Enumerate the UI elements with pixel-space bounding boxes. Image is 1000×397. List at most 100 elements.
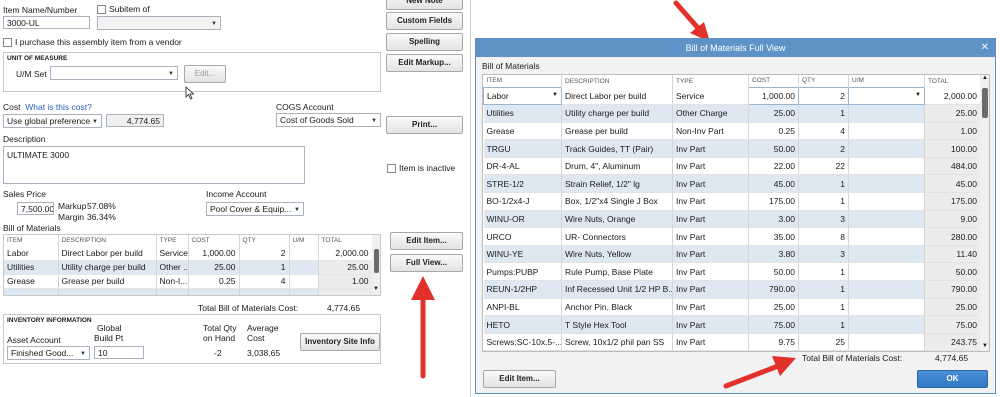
cell-desc[interactable]: Drum, 4", Aluminum xyxy=(561,157,673,176)
table-row[interactable]: ANPI-BL Anchor Pin, Black Inv Part 25.00 1 25… xyxy=(483,298,981,317)
cell-cost[interactable]: 1,000.00 xyxy=(188,246,240,261)
cell-cost[interactable]: 25.00 xyxy=(748,104,799,123)
close-icon[interactable]: ✕ xyxy=(981,39,989,57)
cell-um[interactable] xyxy=(848,262,925,282)
ok-button[interactable]: OK xyxy=(917,370,988,388)
column-header[interactable]: U/M xyxy=(848,75,925,87)
column-header[interactable]: ITEM xyxy=(483,75,562,87)
purchase-checkbox[interactable] xyxy=(3,38,12,47)
cell-item[interactable]: Utilities xyxy=(4,260,59,275)
table-row[interactable]: TRGU Track Guides, TT (Pair) Inv Part 50.00… xyxy=(483,139,981,158)
cell-item[interactable]: BO-1/2x4-J xyxy=(483,192,562,211)
scrollbar-thumb[interactable] xyxy=(374,249,379,273)
cell-um[interactable] xyxy=(848,157,925,176)
cell-cost[interactable]: 3.80 xyxy=(748,245,799,264)
custom-fields-button[interactable]: Custom Fields xyxy=(386,12,463,30)
cell-type[interactable]: Service xyxy=(156,246,189,261)
table-row[interactable]: Labor ▼ Direct Labor per build Service 1,000… xyxy=(483,86,981,106)
cell-desc[interactable]: Direct Labor per build xyxy=(561,87,673,106)
cell-item[interactable]: STRE-1/2 xyxy=(483,174,562,194)
cell-cost[interactable]: 9.75 xyxy=(748,333,799,351)
cell-qty[interactable]: 1 xyxy=(798,262,849,282)
column-header[interactable]: QTY xyxy=(239,235,290,246)
cell-qty[interactable]: 2 xyxy=(239,246,290,261)
cogs-dropdown[interactable]: Cost of Goods Sold ▼ xyxy=(276,113,381,127)
column-header[interactable]: QTY xyxy=(798,75,849,87)
column-header[interactable]: TYPE xyxy=(156,235,189,246)
cell-item[interactable]: Screws:SC-10x.5-... xyxy=(483,333,562,351)
column-header[interactable]: DESCRIPTION xyxy=(58,235,157,246)
cell-item[interactable]: Utilities xyxy=(483,104,562,123)
cell-empty[interactable] xyxy=(318,288,373,295)
uom-set-dropdown[interactable]: ▼ xyxy=(50,66,178,80)
cell-desc[interactable]: Wire Nuts, Yellow xyxy=(561,245,673,264)
cell-item[interactable]: Pumps:PUKH xyxy=(483,350,562,351)
cell-type[interactable]: Inv Part xyxy=(672,315,749,334)
cell-total[interactable]: 11.40 xyxy=(924,245,981,264)
table-row[interactable]: Grease Grease per build Non-I... 0.25 4 1.00 xyxy=(4,274,373,289)
cell-um[interactable] xyxy=(289,274,319,289)
cell-qty[interactable]: 1 xyxy=(798,174,849,194)
column-header[interactable]: TOTAL xyxy=(924,75,981,87)
table-row[interactable]: STRE-1/2 Strain Relief, 1/2" lg Inv Part 45… xyxy=(483,174,981,194)
cell-item[interactable]: Grease xyxy=(4,274,59,289)
cell-total[interactable]: 2,000.00 xyxy=(318,246,373,261)
spelling-button[interactable]: Spelling xyxy=(386,33,463,51)
cell-desc[interactable]: Wire Nuts, Orange xyxy=(561,210,673,229)
cell-desc[interactable]: Rule Pump, Base Plate xyxy=(561,262,673,282)
cell-um[interactable] xyxy=(848,174,925,194)
full-view-button[interactable]: Full View... xyxy=(390,254,463,272)
cost-help-link[interactable]: What is this cost? xyxy=(25,102,92,112)
cell-desc[interactable]: T Style Hex Tool xyxy=(561,315,673,334)
new-note-button[interactable]: New Note xyxy=(386,0,463,10)
chevron-down-icon[interactable]: ▼ xyxy=(552,92,558,98)
column-header[interactable]: COST xyxy=(188,235,240,246)
cell-item[interactable]: DR-4-AL xyxy=(483,157,562,176)
cell-item[interactable]: TRGU xyxy=(483,139,562,158)
cell-empty[interactable] xyxy=(58,288,157,295)
table-row[interactable]: Utilities Utility charge per build Other .… xyxy=(4,260,373,275)
cell-um[interactable] xyxy=(848,227,925,246)
table-row[interactable]: URCO UR- Connectors Inv Part 35.00 8 280.00 xyxy=(483,227,981,246)
cell-desc[interactable]: Screw, 10x1/2 phil pan SS xyxy=(561,333,673,351)
cell-type[interactable]: Inv Part xyxy=(672,210,749,229)
subitem-dropdown[interactable]: ▼ xyxy=(97,16,221,30)
cell-qty[interactable]: 1 xyxy=(798,280,849,299)
cell-desc[interactable]: Grease per build xyxy=(561,122,673,141)
scroll-down-icon[interactable]: ▼ xyxy=(373,286,379,292)
bom-table[interactable]: ITEM DESCRIPTION TYPE COST QTY U/M TOTAL Labor… xyxy=(3,234,381,296)
cell-item[interactable]: ANPI-BL xyxy=(483,298,562,317)
cell-type[interactable]: Inv Part xyxy=(672,262,749,282)
table-row[interactable]: HETO T Style Hex Tool Inv Part 75.00 1 75.00 xyxy=(483,315,981,334)
column-header[interactable]: U/M xyxy=(289,235,319,246)
cell-total[interactable]: 100.00 xyxy=(924,139,981,158)
scrollbar-thumb[interactable] xyxy=(982,88,988,118)
cell-cost[interactable]: 0.25 xyxy=(188,274,240,289)
cell-qty[interactable]: 3 xyxy=(798,210,849,229)
cell-desc[interactable]: Inf Recessed Unit 1/2 HP B... xyxy=(561,280,673,299)
cell-type[interactable]: Non-I... xyxy=(156,274,189,289)
cell-um[interactable] xyxy=(289,246,319,261)
table-row[interactable]: WINU-OR Wire Nuts, Orange Inv Part 3.00 3 9.0… xyxy=(483,210,981,229)
table-row[interactable]: WINU-YE Wire Nuts, Yellow Inv Part 3.80 3 11.… xyxy=(483,245,981,264)
cell-cost[interactable]: 0.25 xyxy=(748,122,799,141)
column-header[interactable]: TOTAL xyxy=(318,235,373,246)
cell-cost[interactable]: 35.00 xyxy=(748,227,799,246)
cell-empty[interactable] xyxy=(239,288,290,295)
cell-desc[interactable]: Strain Relief, 1/2" lg xyxy=(561,174,673,194)
cell-type[interactable]: Inv Part xyxy=(672,333,749,351)
cell-cost[interactable]: 22.00 xyxy=(748,157,799,176)
table-row[interactable]: Labor Direct Labor per build Service 1,000.… xyxy=(4,246,373,261)
cell-qty[interactable]: 8 xyxy=(798,227,849,246)
cell-um[interactable] xyxy=(848,104,925,123)
cell-cost[interactable]: 1,000.00 xyxy=(748,86,799,106)
cell-qty[interactable]: 22 xyxy=(798,157,849,176)
cell-type[interactable]: Inv Part xyxy=(672,139,749,158)
cell-qty[interactable]: 1 xyxy=(798,298,849,317)
cell-desc[interactable]: Utility charge per build xyxy=(561,104,673,123)
cell-cost[interactable]: 25.00 xyxy=(748,298,799,317)
empty-row[interactable] xyxy=(4,288,373,295)
cell-type[interactable]: Inv Part xyxy=(672,298,749,317)
cell-qty[interactable]: 3 xyxy=(798,245,849,264)
cell-item[interactable]: HETO xyxy=(483,315,562,334)
